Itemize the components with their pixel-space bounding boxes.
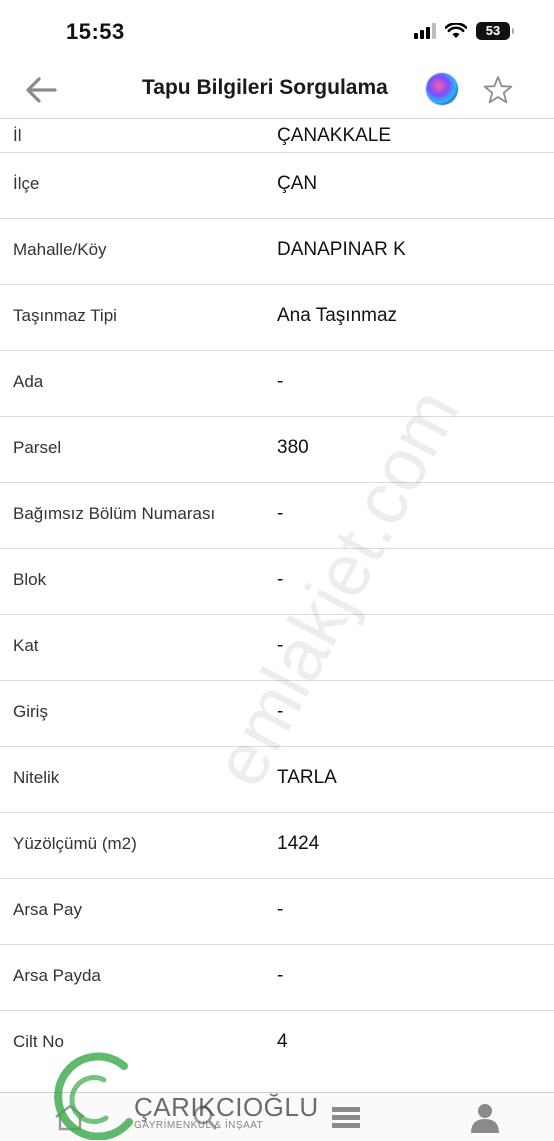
property-info-list: İl ÇANAKKALE İlçe ÇAN Mahalle/Köy DANAPI… bbox=[0, 103, 554, 1076]
company-logo: ÇARIKCIOĞLU GAYRİMENKUL & İNŞAAT bbox=[44, 1052, 318, 1140]
info-row-arsa-payda: Arsa Payda - bbox=[0, 945, 554, 1011]
row-label: Arsa Pay bbox=[13, 900, 82, 919]
info-row-arsa-pay: Arsa Pay - bbox=[0, 879, 554, 945]
row-label: Nitelik bbox=[13, 768, 60, 787]
info-row-il: İl ÇANAKKALE bbox=[0, 103, 554, 153]
status-time: 15:53 bbox=[66, 19, 125, 44]
row-label: Kat bbox=[13, 636, 39, 655]
info-row-ada: Ada - bbox=[0, 351, 554, 417]
cellular-signal-icon bbox=[414, 23, 436, 39]
logo-emblem bbox=[54, 1052, 133, 1140]
logo-company-subtitle: GAYRİMENKUL & İNŞAAT bbox=[134, 1120, 264, 1131]
wifi-icon bbox=[445, 23, 467, 38]
row-value: - bbox=[277, 569, 284, 590]
info-row-giris: Giriş - bbox=[0, 681, 554, 747]
info-row-parsel: Parsel 380 bbox=[0, 417, 554, 483]
row-value: - bbox=[277, 965, 284, 986]
row-label: Taşınmaz Tipi bbox=[13, 306, 117, 325]
info-row-yuzolcumu: Yüzölçümü (m2) 1424 bbox=[0, 813, 554, 879]
row-value: 380 bbox=[277, 437, 309, 458]
row-value: 4 bbox=[277, 1031, 288, 1052]
row-value: - bbox=[277, 701, 284, 722]
status-icons: 53 bbox=[414, 22, 514, 40]
info-row-ilce: İlçe ÇAN bbox=[0, 153, 554, 219]
row-value: ÇANAKKALE bbox=[277, 125, 392, 146]
star-favorite-icon[interactable] bbox=[482, 74, 514, 106]
info-row-kat: Kat - bbox=[0, 615, 554, 681]
tab-list-icon[interactable] bbox=[326, 1101, 366, 1133]
page-title: Tapu Bilgileri Sorgulama bbox=[142, 76, 388, 99]
row-label: Parsel bbox=[13, 438, 62, 457]
info-row-tasinmaz-tipi: Taşınmaz Tipi Ana Taşınmaz bbox=[0, 285, 554, 351]
row-value: - bbox=[277, 503, 284, 524]
row-label: İlçe bbox=[13, 174, 40, 193]
row-value: Ana Taşınmaz bbox=[277, 305, 398, 326]
row-label: Arsa Payda bbox=[13, 966, 101, 985]
row-label: Cilt No bbox=[13, 1032, 65, 1051]
row-value: DANAPINAR K bbox=[277, 239, 406, 260]
siri-icon[interactable] bbox=[426, 73, 458, 105]
row-label: Bağımsız Bölüm Numarası bbox=[13, 504, 216, 523]
row-value: 1424 bbox=[277, 833, 320, 854]
tab-profile-icon[interactable] bbox=[465, 1101, 505, 1133]
info-row-nitelik: Nitelik TARLA bbox=[0, 747, 554, 813]
row-value: TARLA bbox=[277, 767, 337, 788]
row-label: Blok bbox=[13, 570, 47, 589]
battery-icon: 53 bbox=[476, 22, 514, 40]
back-arrow-icon[interactable] bbox=[24, 75, 58, 105]
info-row-mahalle: Mahalle/Köy DANAPINAR K bbox=[0, 219, 554, 285]
logo-company-name: ÇARIKCIOĞLU bbox=[134, 1092, 319, 1122]
row-value: - bbox=[277, 635, 284, 656]
row-label: Giriş bbox=[13, 702, 48, 721]
row-label: Mahalle/Köy bbox=[13, 240, 107, 259]
status-bar: 15:53 53 bbox=[0, 0, 554, 62]
row-label: İl bbox=[13, 126, 22, 145]
info-row-blok: Blok - bbox=[0, 549, 554, 615]
row-label: Yüzölçümü (m2) bbox=[13, 834, 137, 853]
row-value: - bbox=[277, 371, 284, 392]
row-label: Ada bbox=[13, 372, 44, 391]
row-value: - bbox=[277, 899, 284, 920]
info-row-bagimsiz-bolum: Bağımsız Bölüm Numarası - bbox=[0, 483, 554, 549]
row-value: ÇAN bbox=[277, 173, 318, 194]
